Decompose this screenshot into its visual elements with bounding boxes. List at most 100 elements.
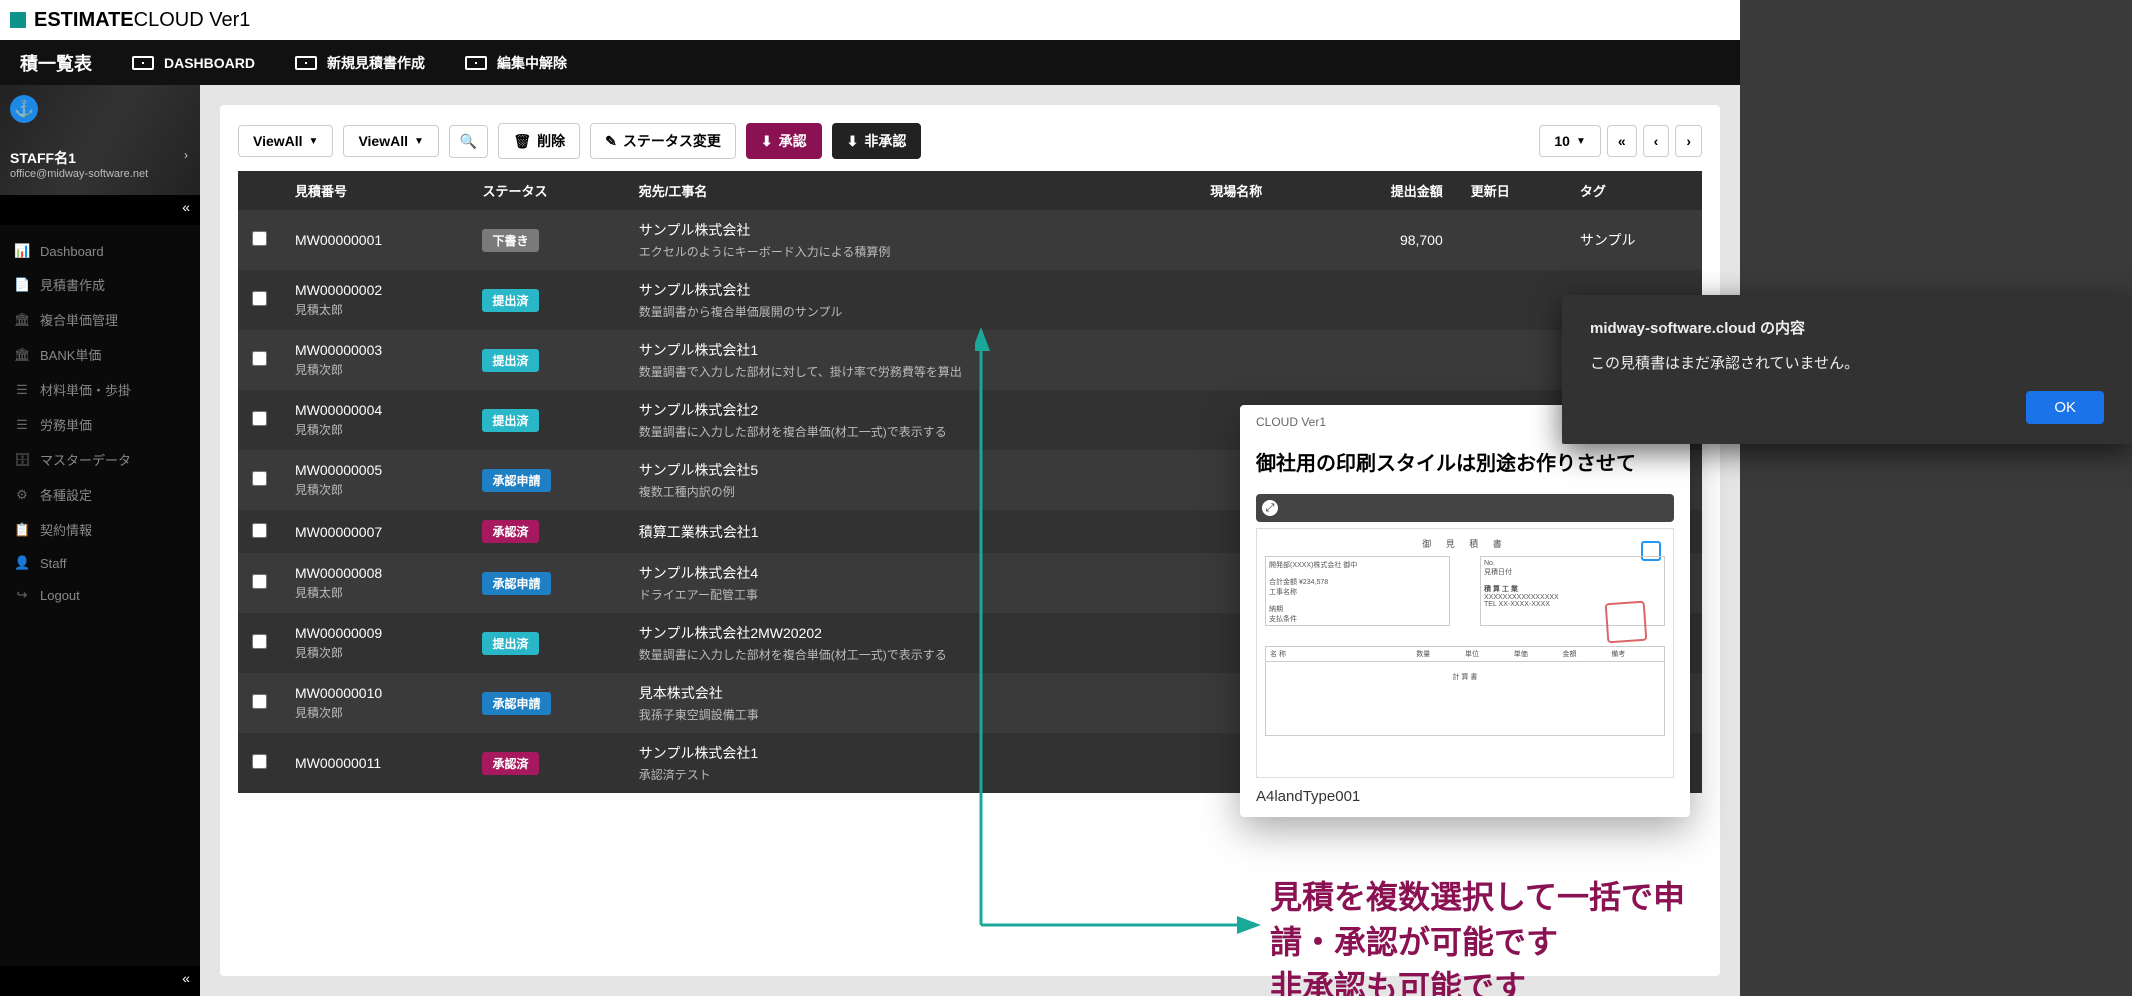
sidebar-item-0[interactable]: 📊Dashboard xyxy=(0,235,200,267)
col-amount[interactable]: 提出金額 xyxy=(1327,171,1457,210)
doc-table: 名 称数量単位単価金額備考 計 算 書 xyxy=(1265,646,1665,736)
expand-icon: ⤢ xyxy=(1262,500,1278,516)
alert-dialog: midway-software.cloud の内容 この見積書はまだ承認されてい… xyxy=(1562,295,2132,444)
menu-icon: 📄 xyxy=(14,277,30,293)
row-checkbox[interactable] xyxy=(252,351,267,366)
document-preview[interactable]: 御 見 積 書 開発部(XXXX)株式会社 御中合計金額 ¥234,578工事名… xyxy=(1256,528,1674,778)
topnav-dashboard[interactable]: DASHBOARD xyxy=(132,55,255,71)
sidebar-item-9[interactable]: 👤Staff xyxy=(0,547,200,579)
staff-email: office@midway-software.net xyxy=(10,168,190,180)
status-badge: 提出済 xyxy=(482,409,538,432)
cell-site xyxy=(1196,330,1326,390)
table-row[interactable]: MW00000003見積次郎提出済サンプル株式会社1数量調書で入力した部材に対し… xyxy=(238,330,1702,390)
sidebar-item-5[interactable]: ☰労務単価 xyxy=(0,407,200,442)
col-site[interactable]: 現場名称 xyxy=(1196,171,1326,210)
col-status[interactable]: ステータス xyxy=(468,171,624,210)
sidebar: ⚓ STAFF名1 office@midway-software.net › «… xyxy=(0,85,200,996)
caret-down-icon: ▼ xyxy=(414,136,424,147)
menu-icon: 🗄 xyxy=(14,452,30,468)
status-badge: 承認済 xyxy=(482,520,538,543)
approve-button[interactable]: ⬇ 承認 xyxy=(746,123,822,159)
table-row[interactable]: MW00000001下書きサンプル株式会社エクセルのようにキーボード入力による積… xyxy=(238,210,1702,270)
table-row[interactable]: MW00000002見積太郎提出済サンプル株式会社数量調書から複合単価展開のサン… xyxy=(238,270,1702,330)
menu-icon: 👤 xyxy=(14,555,30,571)
cell-dest: サンプル株式会社5複数工種内訳の例 xyxy=(625,450,1196,510)
download-icon: ⬇ xyxy=(847,133,859,150)
cell-site xyxy=(1196,210,1326,270)
dialog-ok-button[interactable]: OK xyxy=(2026,391,2104,424)
cell-updated xyxy=(1457,210,1566,270)
dialog-title: midway-software.cloud の内容 xyxy=(1590,317,2104,338)
cell-status: 承認済 xyxy=(468,733,624,793)
row-checkbox[interactable] xyxy=(252,754,267,769)
row-checkbox[interactable] xyxy=(252,231,267,246)
cell-amount xyxy=(1327,330,1457,390)
app-name-light: CLOUD Ver1 xyxy=(134,9,251,32)
status-badge: 承認申請 xyxy=(482,692,550,715)
cell-dest: サンプル株式会社2数量調書に入力した部材を複合単価(材工一式)で表示する xyxy=(625,390,1196,450)
cell-updated xyxy=(1457,330,1566,390)
search-button[interactable]: 🔍 xyxy=(449,125,488,158)
delete-button[interactable]: 🗑 削除 xyxy=(498,123,580,159)
viewall-2-dropdown[interactable]: ViewAll ▼ xyxy=(343,125,438,157)
sidebar-item-2[interactable]: 🏛複合単価管理 xyxy=(0,302,200,337)
vr-icon xyxy=(465,56,487,70)
sidebar-collapse-bottom[interactable]: « xyxy=(0,966,200,996)
row-checkbox[interactable] xyxy=(252,574,267,589)
doc-right-box: No.見積日付積 算 工 業XXXXXXXXXXXXXXXXTEL XX-XXX… xyxy=(1480,556,1665,626)
status-badge: 承認済 xyxy=(482,752,538,775)
row-checkbox[interactable] xyxy=(252,523,267,538)
row-checkbox[interactable] xyxy=(252,411,267,426)
cell-number: MW00000011 xyxy=(281,733,468,793)
page-next-button[interactable]: › xyxy=(1675,125,1702,157)
col-number[interactable]: 見積番号 xyxy=(281,171,468,210)
sidebar-hero[interactable]: ⚓ STAFF名1 office@midway-software.net › xyxy=(0,85,200,195)
row-checkbox[interactable] xyxy=(252,471,267,486)
status-change-button[interactable]: ✎ ステータス変更 xyxy=(590,123,736,159)
sidebar-item-4[interactable]: ☰材料単価・歩掛 xyxy=(0,372,200,407)
annotation-text: 見積を複数選択して一括で申請・承認が可能です 非承認も可能です xyxy=(1270,875,1720,996)
logo-icon xyxy=(10,12,26,28)
topnav-unlock-edit[interactable]: 編集中解除 xyxy=(465,53,567,73)
row-checkbox[interactable] xyxy=(252,634,267,649)
page-title: 積一覧表 xyxy=(20,50,92,76)
sidebar-item-7[interactable]: ⚙ 各種設定 xyxy=(0,477,200,512)
sidebar-item-label: Logout xyxy=(40,588,80,603)
reject-button[interactable]: ⬇ 非承認 xyxy=(832,123,922,159)
page-first-button[interactable]: « xyxy=(1607,125,1637,157)
cell-status: 承認申請 xyxy=(468,450,624,510)
sidebar-item-label: Dashboard xyxy=(40,244,104,259)
cell-number: MW00000005見積次郎 xyxy=(281,450,468,510)
cell-tag: サンプル xyxy=(1566,210,1702,270)
row-checkbox[interactable] xyxy=(252,694,267,709)
cell-updated xyxy=(1457,270,1566,330)
sidebar-item-6[interactable]: 🗄マスターデータ xyxy=(0,442,200,477)
col-tag[interactable]: タグ xyxy=(1566,171,1702,210)
page-size-dropdown[interactable]: 10 ▼ xyxy=(1539,125,1600,157)
sidebar-item-10[interactable]: ↪Logout xyxy=(0,579,200,611)
cell-number: MW00000007 xyxy=(281,510,468,553)
viewall-1-dropdown[interactable]: ViewAll ▼ xyxy=(238,125,333,157)
row-checkbox[interactable] xyxy=(252,291,267,306)
toolbar: ViewAll ▼ ViewAll ▼ 🔍 🗑 削除 ✎ ステータス変更 ⬇ 承… xyxy=(238,123,1702,159)
sidebar-item-3[interactable]: 🏛BANK単価 xyxy=(0,337,200,372)
anchor-icon: ⚓ xyxy=(10,95,38,123)
menu-icon: 🏛 xyxy=(14,312,30,328)
topnav-new-estimate[interactable]: 新規見積書作成 xyxy=(295,53,425,73)
top-nav: 積一覧表 DASHBOARD 新規見積書作成 編集中解除 xyxy=(0,40,1740,85)
menu-icon: ⚙ xyxy=(14,487,30,503)
col-updated[interactable]: 更新日 xyxy=(1457,171,1566,210)
doc-left-box: 開発部(XXXX)株式会社 御中合計金額 ¥234,578工事名称納期支払条件 xyxy=(1265,556,1450,626)
status-badge: 提出済 xyxy=(482,632,538,655)
sidebar-item-1[interactable]: 📄見積書作成 xyxy=(0,267,200,302)
cell-amount: 98,700 xyxy=(1327,210,1457,270)
cell-dest: サンプル株式会社2MW20202数量調書に入力した部材を複合単価(材工一式)で表… xyxy=(625,613,1196,673)
col-dest[interactable]: 宛先/工事名 xyxy=(625,171,1196,210)
sidebar-item-label: 各種設定 xyxy=(40,485,92,504)
sidebar-collapse[interactable]: « xyxy=(0,195,200,225)
menu-icon: 📋 xyxy=(14,522,30,538)
page-prev-button[interactable]: ‹ xyxy=(1643,125,1670,157)
overlay-strip[interactable]: ⤢ xyxy=(1256,494,1674,522)
chevron-right-icon: › xyxy=(184,148,188,162)
sidebar-item-8[interactable]: 📋契約情報 xyxy=(0,512,200,547)
